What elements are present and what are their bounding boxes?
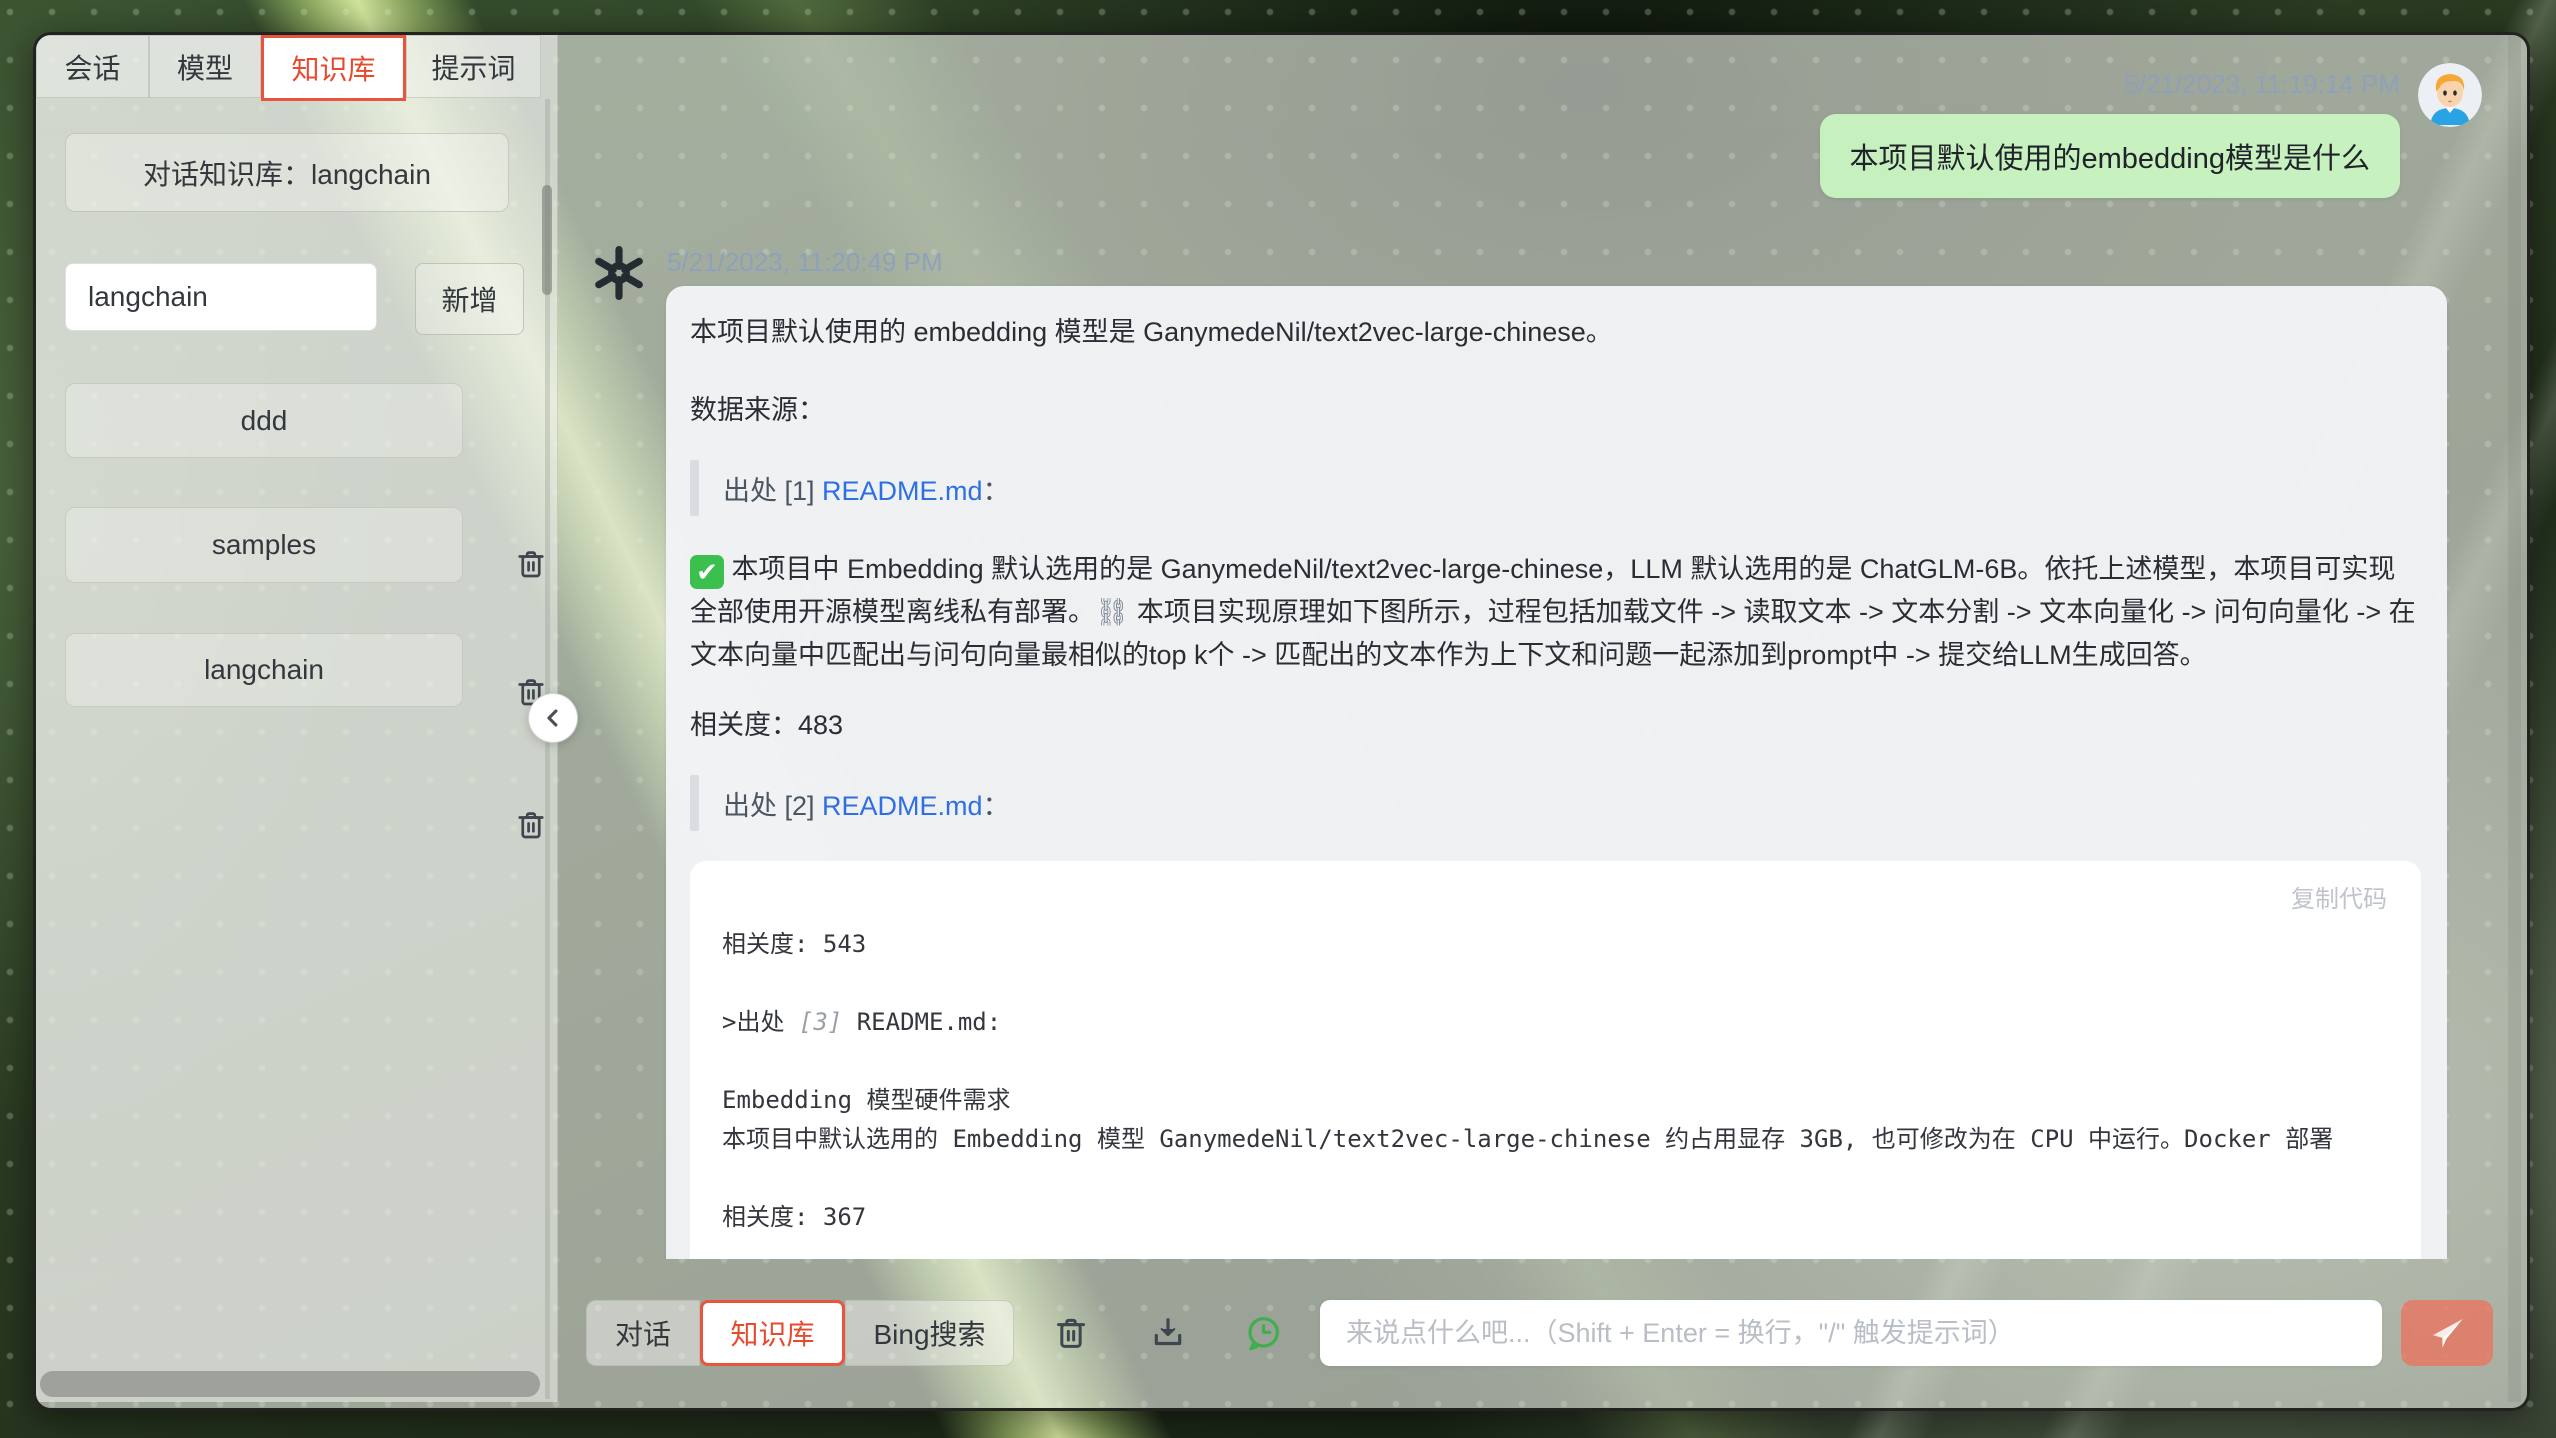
code-line-blank	[722, 964, 2381, 1003]
source-suffix: ：	[983, 476, 1010, 506]
source-prefix: 出处 [2]	[723, 791, 822, 821]
trash-icon	[1051, 1313, 1091, 1353]
code-line: 本项目中默认选用的 Embedding 模型 GanymedeNil/text2…	[722, 1120, 2381, 1159]
source-excerpt-paragraph: ✔ 本项目中 Embedding 默认选用的是 GanymedeNil/text…	[690, 548, 2421, 677]
clock-icon	[1243, 1313, 1283, 1353]
source-suffix: ：	[983, 791, 1010, 821]
sidebar-horizontal-scrollbar[interactable]	[40, 1371, 540, 1397]
history-clock-button[interactable]	[1243, 1313, 1283, 1353]
avatar	[2418, 63, 2482, 127]
code-line: 相关度: 543	[722, 925, 2381, 964]
code-line-blank	[722, 1159, 2381, 1198]
source-quote-1: 出处 [1] README.md：	[690, 460, 2421, 516]
mode-bing-search-button[interactable]: Bing搜索	[845, 1300, 1014, 1366]
code-line-blank	[722, 1042, 2381, 1081]
chevron-left-icon	[539, 704, 567, 732]
answer-paragraph: 本项目默认使用的 embedding 模型是 GanymedeNil/text2…	[690, 312, 2421, 352]
kb-item-ddd[interactable]: ddd	[65, 383, 463, 458]
download-icon	[1148, 1313, 1188, 1353]
message-input[interactable]	[1320, 1300, 2382, 1366]
check-icon: ✔	[690, 555, 724, 589]
quote-bar	[690, 775, 699, 831]
code-line: Embedding 模型硬件需求	[722, 1081, 2381, 1120]
sidebar-collapse-button[interactable]	[528, 693, 578, 743]
user-message-bubble: 本项目默认使用的embedding模型是什么	[1820, 114, 2401, 198]
code-line: >出处 [3] README.md:	[722, 1003, 2381, 1042]
chain-icon: ⛓	[1095, 597, 1129, 627]
readme-link[interactable]: README.md	[822, 476, 983, 506]
chat-scrollbar-track[interactable]	[2508, 35, 2521, 1402]
tab-conversation[interactable]: 会话	[36, 35, 149, 98]
tab-model[interactable]: 模型	[149, 35, 261, 98]
sidebar-scrollbar-thumb[interactable]	[542, 185, 552, 295]
assistant-message-timestamp: 5/21/2023, 11:20:49 PM	[667, 247, 943, 278]
current-knowledge-base-button[interactable]: 对话知识库：langchain	[65, 133, 509, 212]
send-button[interactable]	[2401, 1300, 2493, 1366]
source-prefix: 出处 [1]	[723, 476, 822, 506]
delete-kb-button[interactable]	[513, 807, 549, 843]
kb-item-samples[interactable]: samples	[65, 507, 463, 583]
code-line: 相关度: 367	[722, 1198, 2381, 1237]
readme-link[interactable]: README.md	[822, 791, 983, 821]
quote-bar	[690, 460, 699, 516]
export-download-button[interactable]	[1148, 1313, 1188, 1353]
copy-code-button[interactable]: 复制代码	[2291, 879, 2387, 914]
tab-knowledge-base[interactable]: 知识库	[261, 35, 406, 101]
assistant-message-card: 本项目默认使用的 embedding 模型是 GanymedeNil/text2…	[666, 286, 2447, 1259]
app-window: 会话 模型 知识库 提示词 对话知识库：langchain 新增 ddd sam…	[33, 32, 2530, 1411]
sidebar	[36, 35, 558, 1402]
openai-logo-icon	[587, 241, 651, 305]
kb-item-langchain[interactable]: langchain	[65, 633, 463, 707]
relevance-score: 相关度：483	[690, 705, 2421, 745]
trash-icon	[513, 546, 549, 582]
add-knowledge-base-button[interactable]: 新增	[415, 263, 524, 335]
source-quote-2: 出处 [2] README.md：	[690, 775, 2421, 831]
mode-chat-button[interactable]: 对话	[586, 1300, 700, 1366]
user-message-timestamp: 5/21/2023, 11:19:14 PM	[2124, 69, 2400, 100]
desktop-background: 会话 模型 知识库 提示词 对话知识库：langchain 新增 ddd sam…	[0, 0, 2556, 1438]
clear-conversation-button[interactable]	[1051, 1313, 1091, 1353]
mode-knowledge-base-button[interactable]: 知识库	[700, 1300, 845, 1366]
knowledge-base-name-input[interactable]	[65, 263, 377, 331]
send-plane-icon	[2426, 1312, 2468, 1354]
delete-kb-samples-button[interactable]	[513, 546, 549, 582]
trash-icon	[513, 807, 549, 843]
tab-prompts[interactable]: 提示词	[406, 35, 541, 98]
data-source-label: 数据来源：	[690, 390, 2421, 430]
code-block: 复制代码 相关度: 543 >出处 [3] README.md: Embeddi…	[690, 861, 2421, 1259]
message-list: 5/21/2023, 11:19:14 PM	[557, 35, 2508, 1259]
